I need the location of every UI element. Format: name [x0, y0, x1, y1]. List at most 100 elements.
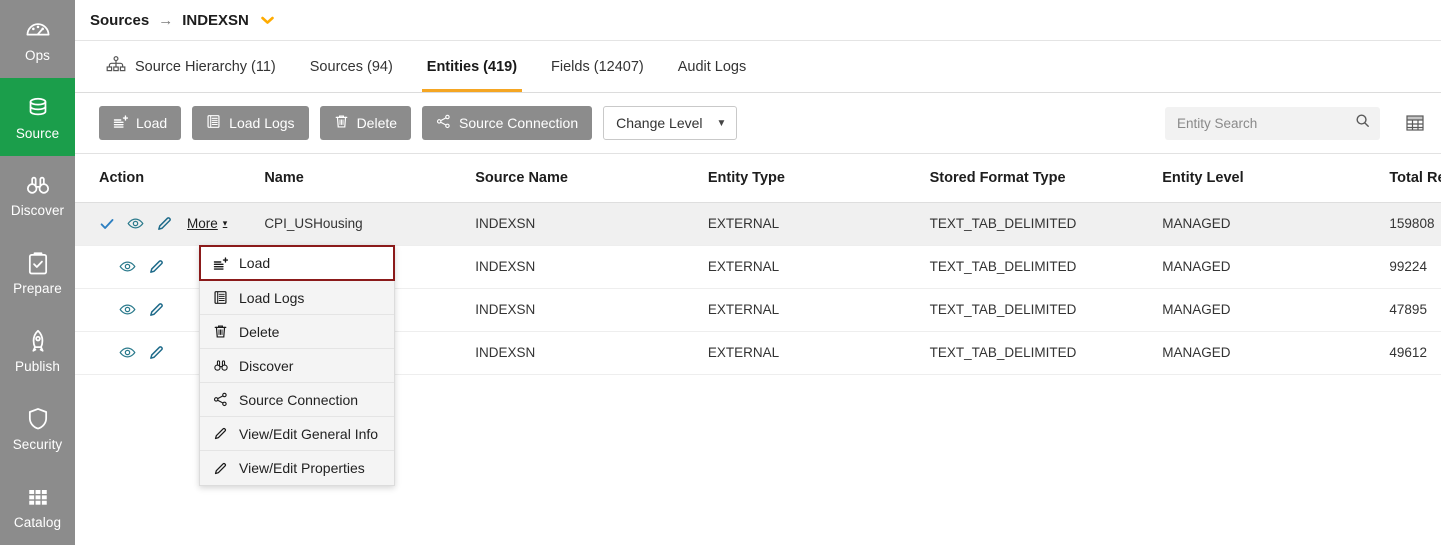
column-header-total-record[interactable]: Total Record [1389, 154, 1441, 203]
button-label: Load Logs [229, 115, 295, 131]
search-icon[interactable] [1355, 113, 1370, 133]
view-icon[interactable] [127, 215, 144, 232]
load-icon [113, 114, 129, 132]
column-header-source-name[interactable]: Source Name [475, 154, 708, 203]
tab-label: Source Hierarchy (11) [135, 58, 276, 75]
binoculars-icon [24, 171, 52, 199]
row-more-menu-trigger[interactable]: More ▾ [187, 216, 227, 231]
menu-item-label: View/Edit General Info [239, 425, 379, 442]
view-icon[interactable] [119, 344, 136, 361]
edit-pencil-icon[interactable] [148, 258, 165, 275]
pencil-icon [212, 426, 229, 441]
search-input[interactable] [1177, 115, 1355, 131]
cell-entity-type: EXTERNAL [707, 245, 930, 289]
cell-entity-type: EXTERNAL [707, 202, 930, 246]
check-icon[interactable] [99, 216, 115, 232]
menu-item-label: Discover [239, 357, 294, 374]
tab-label: Sources (94) [309, 58, 393, 75]
breadcrumb-root[interactable]: Sources [90, 12, 149, 29]
menu-item-view-edit-properties[interactable]: View/Edit Properties [200, 451, 394, 485]
edit-pencil-icon[interactable] [148, 301, 165, 318]
cell-stored-format-type: TEXT_TAB_DELIMITED [929, 288, 1163, 332]
gauge-icon [24, 16, 52, 44]
source-connection-button[interactable]: Source Connection [422, 106, 593, 140]
sidebar-item-label: Security [12, 436, 63, 452]
table-view-icon[interactable] [1405, 113, 1425, 133]
sidebar-item-security[interactable]: Security [0, 389, 75, 467]
button-label: Load [136, 115, 168, 131]
menu-item-source-connection[interactable]: Source Connection [200, 383, 394, 417]
entity-search[interactable] [1165, 106, 1380, 140]
sidebar-item-source[interactable]: Source [0, 77, 75, 156]
sidebar-item-prepare[interactable]: Prepare [0, 234, 75, 312]
sidebar-item-ops[interactable]: Ops [0, 0, 75, 78]
menu-item-load-logs[interactable]: Load Logs [200, 281, 394, 315]
breadcrumb-current[interactable]: INDEXSN [182, 12, 249, 29]
sidebar-item-label: Discover [10, 203, 65, 219]
logs-icon [212, 290, 229, 305]
row-actions-cell: More ▾ [75, 202, 265, 246]
chevron-down-icon: ▼ [716, 117, 727, 129]
cell-source-name: INDEXSN [475, 288, 708, 332]
primary-sidebar: Ops Source Discover Prepare Publish Secu… [0, 0, 75, 545]
sidebar-item-label: Catalog [13, 514, 62, 530]
shield-icon [24, 405, 52, 433]
change-level-select[interactable]: Change Level ▼ [603, 106, 738, 140]
cell-source-name: INDEXSN [475, 245, 708, 289]
column-header-entity-level[interactable]: Entity Level [1162, 154, 1390, 203]
logs-icon [206, 114, 221, 132]
sidebar-item-publish[interactable]: Publish [0, 311, 75, 389]
sidebar-item-catalog[interactable]: Catalog [0, 467, 75, 545]
cell-entity-type: EXTERNAL [707, 331, 930, 375]
menu-item-load[interactable]: Load [199, 245, 395, 281]
delete-button[interactable]: Delete [319, 106, 412, 140]
column-header-entity-type[interactable]: Entity Type [707, 154, 930, 203]
menu-item-delete[interactable]: Delete [200, 315, 394, 349]
column-header-stored-format-type[interactable]: Stored Format Type [929, 154, 1163, 203]
tab-audit-logs[interactable]: Audit Logs [661, 41, 764, 92]
binoculars-icon [212, 358, 229, 373]
edit-pencil-icon[interactable] [148, 344, 165, 361]
menu-item-discover[interactable]: Discover [200, 349, 394, 383]
cell-entity-level: MANAGED [1162, 331, 1390, 375]
cell-stored-format-type: TEXT_TAB_DELIMITED [929, 202, 1163, 246]
chevron-down-icon[interactable] [260, 14, 275, 27]
trash-icon [334, 114, 349, 132]
pencil-icon [212, 461, 229, 476]
sidebar-item-label: Prepare [13, 281, 62, 297]
column-header-name[interactable]: Name [264, 154, 476, 203]
cell-entity-level: MANAGED [1162, 245, 1390, 289]
view-icon[interactable] [119, 258, 136, 275]
load-button[interactable]: Load [99, 106, 182, 140]
cell-source-name: INDEXSN [475, 331, 708, 375]
sidebar-item-label: Ops [24, 47, 51, 63]
view-icon[interactable] [119, 301, 136, 318]
tab-sources[interactable]: Sources (94) [293, 41, 410, 92]
trash-icon [212, 324, 229, 339]
tab-label: Fields (12407) [551, 58, 644, 75]
button-label: Source Connection [459, 115, 579, 131]
menu-item-label: Delete [239, 323, 280, 340]
cell-total-record: 47895 [1389, 288, 1441, 332]
load-logs-button[interactable]: Load Logs [192, 106, 309, 140]
tab-entities[interactable]: Entities (419) [410, 41, 534, 92]
edit-pencil-icon[interactable] [156, 215, 173, 232]
menu-item-view-edit-general-info[interactable]: View/Edit General Info [200, 417, 394, 451]
table-row[interactable]: More ▾ CPI_USHousing INDEXSN EXTERNAL TE… [75, 202, 1441, 246]
tab-source-hierarchy[interactable]: Source Hierarchy (11) [89, 41, 293, 92]
tab-label: Entities (419) [426, 58, 518, 75]
cell-stored-format-type: TEXT_TAB_DELIMITED [929, 331, 1163, 375]
menu-item-label: Load [239, 255, 271, 271]
row-context-menu: Load Load Logs Delete Discover Source Co… [199, 245, 395, 486]
connection-icon [436, 114, 451, 132]
cell-name: CPI_USHousing [264, 202, 476, 246]
tab-fields[interactable]: Fields (12407) [534, 41, 661, 92]
sidebar-item-discover[interactable]: Discover [0, 156, 75, 234]
cell-entity-level: MANAGED [1162, 202, 1390, 246]
action-toolbar: Load Load Logs Delete Source Connection … [75, 93, 1441, 154]
database-icon [24, 94, 52, 122]
column-header-action[interactable]: Action [75, 154, 265, 203]
chevron-down-icon: ▾ [222, 218, 228, 228]
cell-entity-level: MANAGED [1162, 288, 1390, 332]
cell-total-record: 49612 [1389, 331, 1441, 375]
